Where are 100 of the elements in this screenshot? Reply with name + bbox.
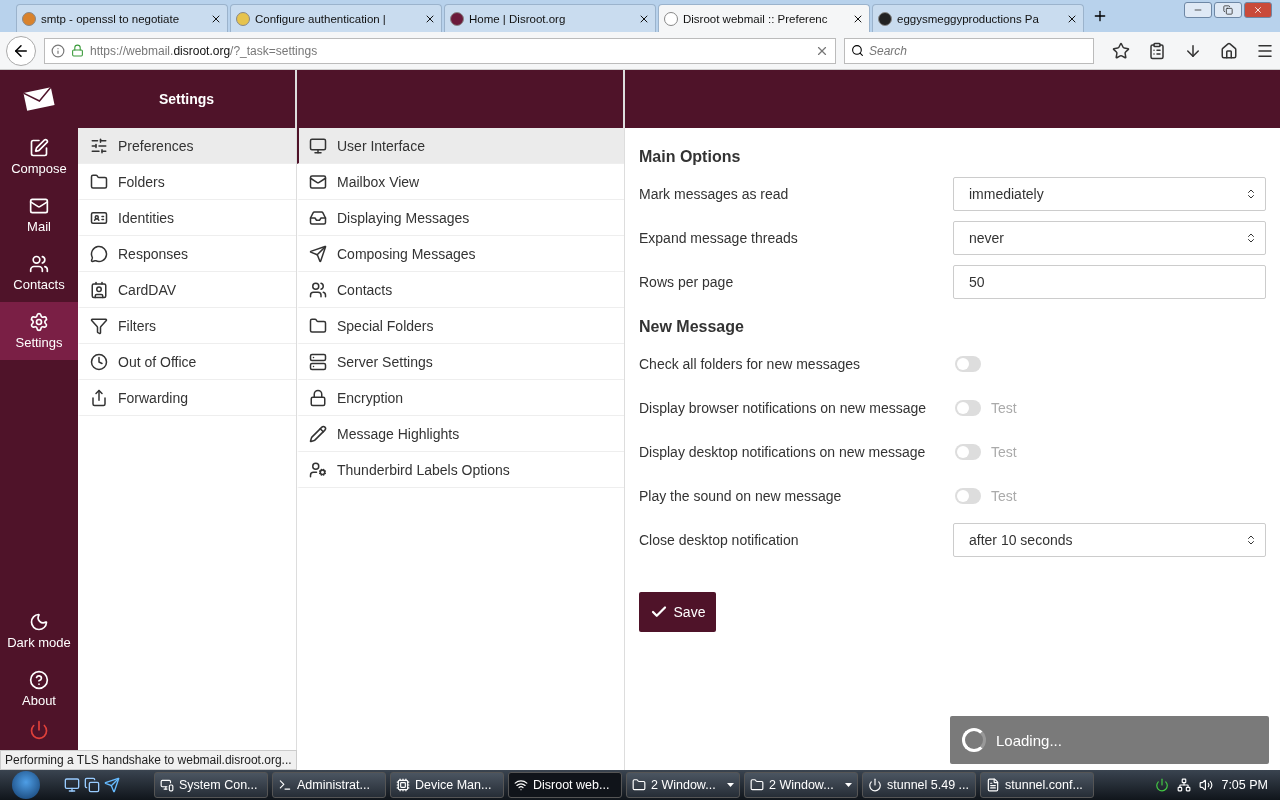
option-label: Mark messages as read	[639, 186, 789, 202]
loading-text: Loading...	[996, 731, 1062, 749]
section-item[interactable]: User Interface	[297, 128, 624, 164]
spinner-icon	[962, 728, 986, 752]
close-icon	[1253, 5, 1263, 15]
status-text: Performing a TLS handshake to webmail.disroot.org...	[0, 750, 297, 770]
power-icon	[868, 778, 882, 792]
caret-icon	[727, 783, 734, 787]
taskbar-button[interactable]: Device Man...	[390, 772, 504, 798]
option-label: Rows per page	[639, 274, 734, 290]
input-field[interactable]: 50	[953, 265, 1266, 299]
search-field[interactable]: Search	[844, 37, 1094, 64]
favicon-icon	[664, 11, 678, 26]
taskbar-button[interactable]: 2 Window...	[626, 772, 740, 798]
favicon-icon	[450, 11, 464, 26]
share-icon	[90, 388, 108, 407]
save-button[interactable]: Save	[639, 592, 716, 632]
url-field[interactable]: https://webmail.disroot.org/?_task=settings	[44, 37, 836, 64]
caret-icon	[845, 783, 852, 787]
document-icon	[986, 778, 1000, 792]
sort-arrows-icon	[1245, 534, 1257, 546]
show-desktop-icon[interactable]	[64, 777, 80, 793]
taskbar-button[interactable]: Administrat...	[272, 772, 386, 798]
nav-item[interactable]: Contacts	[0, 244, 78, 302]
logout-icon[interactable]	[29, 720, 49, 740]
lock-icon	[71, 44, 84, 57]
sort-arrows-icon	[1245, 188, 1257, 200]
option-label: Display browser notifications on new message	[639, 400, 927, 416]
select-field[interactable]: immediately	[953, 177, 1266, 211]
user-gear-icon	[309, 460, 327, 479]
restore-icon	[1223, 5, 1233, 15]
folder-icon	[90, 172, 108, 191]
taskbar-button[interactable]: stunnel.conf...	[980, 772, 1094, 798]
bookmark-star-icon[interactable]	[1112, 41, 1130, 60]
monitor-icon	[309, 136, 327, 155]
section-heading: New Message	[639, 318, 745, 336]
server-icon	[309, 352, 327, 371]
nav-item[interactable]: Dark mode	[0, 602, 78, 660]
taskbar-button[interactable]: 2 Window...	[744, 772, 858, 798]
sliders-icon	[90, 136, 108, 155]
taskbar-button[interactable]: System Con...	[154, 772, 268, 798]
contact-card-icon	[90, 280, 108, 299]
nav-item[interactable]: Mail	[0, 186, 78, 244]
envelope-icon	[309, 172, 327, 191]
browser-tab[interactable]: eggysmeggyproductions Pa	[872, 4, 1084, 32]
lock-icon	[309, 388, 327, 407]
toggle-switch[interactable]	[955, 444, 981, 460]
settings-icon	[29, 312, 49, 332]
switch-windows-icon[interactable]	[84, 777, 100, 793]
nav-item[interactable]: Compose	[0, 128, 78, 186]
speech-bubble-icon	[90, 244, 108, 263]
section-heading: Main Options	[639, 148, 742, 166]
search-icon	[851, 43, 864, 57]
browser-tab[interactable]: Home | Disroot.org	[444, 4, 656, 32]
taskbar-button[interactable]: Disroot web...	[508, 772, 622, 798]
info-icon	[51, 43, 65, 58]
tray-icon[interactable]	[1155, 778, 1170, 792]
favicon-icon	[22, 11, 36, 26]
favicon-icon	[236, 11, 250, 26]
browser-tab[interactable]: Disroot webmail :: Preferenc	[658, 4, 870, 32]
pencil-icon	[309, 424, 327, 443]
home-icon[interactable]	[1220, 41, 1238, 60]
computer-icon	[160, 778, 174, 792]
people-icon	[29, 254, 49, 274]
question-icon	[29, 670, 49, 690]
toggle-switch[interactable]	[955, 488, 981, 504]
folder-icon	[750, 778, 764, 792]
reading-list-icon[interactable]	[1148, 41, 1166, 60]
start-button[interactable]	[12, 771, 40, 799]
network-icon[interactable]	[1177, 778, 1192, 792]
settings-header: Settings	[78, 70, 296, 128]
option-label: Play the sound on new message	[639, 488, 842, 504]
taskbar-button[interactable]: stunnel 5.49 ...	[862, 772, 976, 798]
minimize-button[interactable]	[1184, 2, 1212, 18]
folder-icon	[632, 778, 646, 792]
new-tab-icon[interactable]	[1092, 8, 1108, 24]
close-button[interactable]	[1244, 2, 1272, 18]
toggle-switch[interactable]	[955, 400, 981, 416]
toggle-switch[interactable]	[955, 356, 981, 372]
clock-icon	[90, 352, 108, 371]
envelope-icon	[29, 196, 49, 216]
settings-menu-item[interactable]: Preferences	[78, 128, 296, 164]
folder-icon	[309, 316, 327, 335]
restore-button[interactable]	[1214, 2, 1242, 18]
nav-item[interactable]: Settings	[0, 302, 78, 360]
browser-tab[interactable]: Configure authentication |	[230, 4, 442, 32]
moon-icon	[29, 612, 49, 632]
back-button[interactable]	[6, 35, 36, 66]
chip-icon	[396, 778, 410, 792]
terminal-icon	[278, 778, 292, 792]
select-field[interactable]: never	[953, 221, 1266, 255]
favicon-icon	[878, 11, 892, 26]
browser-tab[interactable]: smtp - openssl to negotiate	[16, 4, 228, 32]
option-label: Close desktop notification	[639, 532, 799, 548]
nav-item[interactable]: About	[0, 660, 78, 718]
inbox-icon	[309, 208, 327, 227]
option-label: Check all folders for new messages	[639, 356, 860, 372]
filter-icon	[90, 316, 108, 335]
paper-plane-icon	[309, 244, 327, 263]
select-field[interactable]: after 10 seconds	[953, 523, 1266, 557]
